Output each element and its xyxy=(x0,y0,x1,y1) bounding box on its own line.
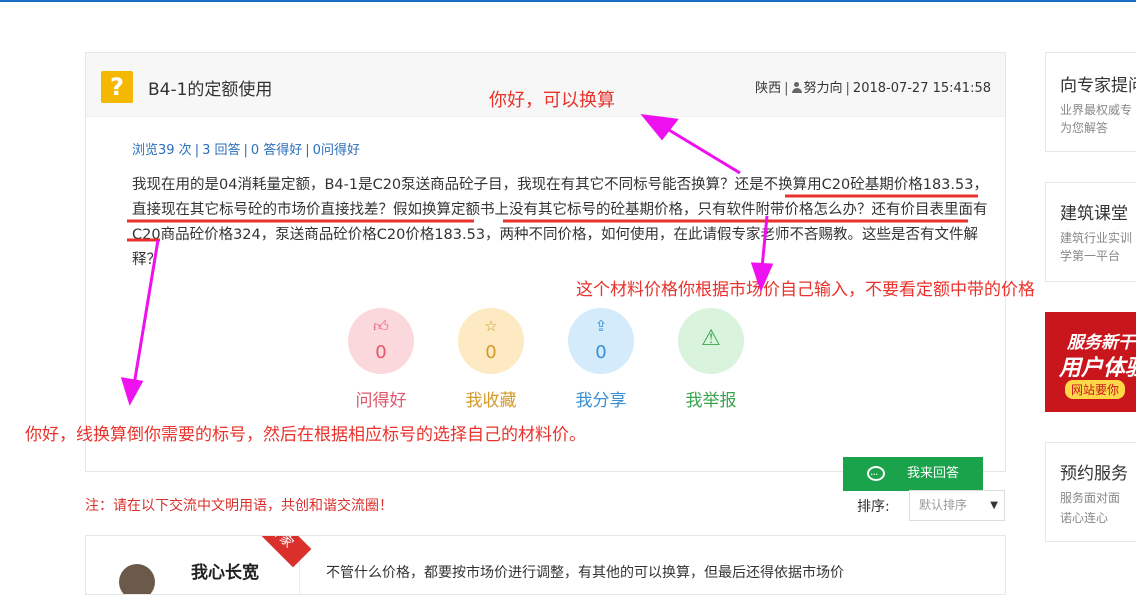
sort-select[interactable]: 默认排序 ▼ xyxy=(909,490,1005,521)
sidebar-building-class[interactable]: 建筑课堂 建筑行业实训 学第一平台 xyxy=(1045,182,1136,282)
chat-bubble-icon xyxy=(867,458,885,492)
sidebar-subtitle: 服务面对面 xyxy=(1060,491,1121,505)
favorite-button[interactable]: ☆ 0 我收藏 xyxy=(456,308,526,411)
action-label: 我分享 xyxy=(575,391,627,411)
answer-button-label: 我来回答 xyxy=(907,466,960,481)
chevron-down-icon: ▼ xyxy=(990,500,998,511)
sidebar-ask-expert[interactable]: 向专家提问 业界最权威专 为您解答 xyxy=(1045,52,1136,152)
question-mark-icon: ? xyxy=(101,71,133,103)
question-card: ? B4-1的定额使用 陕西 | 努力向 | 2018-07-27 15:41:58 浏… xyxy=(85,52,1006,492)
sidebar-subtitle: 为您解答 xyxy=(1060,121,1109,135)
sidebar-subtitle: 建筑行业实训 xyxy=(1060,231,1133,245)
civility-note: 注：请在以下交流中文明用语，共创和谐交流圈！ xyxy=(85,498,393,514)
question-actions: 👍︎ 0 问得好 ☆ 0 我收藏 ⇪ 0 我分享 ⚠ 我举报 xyxy=(346,308,766,418)
action-count: 0 xyxy=(595,342,607,363)
sidebar-title: 预约服务 xyxy=(1060,464,1128,484)
question-body: 我现在用的是04消耗量定额，B4-1是C20泵送商品砼子目，我现在有其它不同标号… xyxy=(132,177,988,268)
annotation-market-price: 这个材料价格你根据市场价自己输入，不要看定额中带的价格 xyxy=(576,280,1035,300)
sort-label: 排序: xyxy=(857,499,890,515)
answerer-name[interactable]: 我心长宽 xyxy=(191,558,259,583)
sidebar-title: 向专家提问 xyxy=(1060,76,1136,96)
sort-selected-value: 默认排序 xyxy=(919,498,968,512)
question-meta: 陕西 | 努力向 | 2018-07-27 15:41:58 xyxy=(755,81,991,96)
sidebar-appointment[interactable]: 预约服务 服务面对面 诺心连心 xyxy=(1045,442,1136,542)
good-answers-count: 0 答得好 xyxy=(250,143,303,158)
answer-card: 我心长宽 专家 不管什么价格，都要按市场价进行调整，有其他的可以换算，但最后还得… xyxy=(85,535,1006,595)
good-question-button[interactable]: 👍︎ 0 问得好 xyxy=(346,308,416,411)
sidebar-title: 建筑课堂 xyxy=(1060,204,1128,224)
sidebar-subtitle: 学第一平台 xyxy=(1060,249,1121,263)
report-button[interactable]: ⚠ 我举报 xyxy=(676,308,746,411)
question-region[interactable]: 陕西 xyxy=(755,81,781,96)
question-stats: 浏览39 次 | 3 回答 | 0 答得好 | 0问得好 xyxy=(132,143,360,158)
expert-badge: 专家 xyxy=(250,536,312,568)
action-circle: ⇪ 0 xyxy=(568,308,634,374)
question-datetime: 2018-07-27 15:41:58 xyxy=(852,81,991,96)
answerer-box: 我心长宽 专家 xyxy=(91,536,312,594)
action-count: 0 xyxy=(485,342,497,363)
question-author[interactable]: 努力向 xyxy=(804,81,843,96)
action-label: 我收藏 xyxy=(465,391,517,411)
top-accent-bar xyxy=(0,0,1136,2)
thumbs-up-icon: 👍︎ xyxy=(373,317,389,335)
share-button[interactable]: ⇪ 0 我分享 xyxy=(566,308,636,411)
promo-line2: 用户体验 xyxy=(1059,356,1136,381)
user-icon xyxy=(791,82,802,93)
service-promo-banner[interactable]: 服务新干 用户体验 网站要你 xyxy=(1045,312,1136,412)
star-icon: ☆ xyxy=(484,317,498,335)
action-count: 0 xyxy=(375,342,387,363)
answer-text: 不管什么价格，都要按市场价进行调整，有其他的可以换算，但最后还得依据市场价 xyxy=(326,565,844,581)
action-label: 问得好 xyxy=(355,391,407,411)
action-circle: 👍︎ 0 xyxy=(348,308,414,374)
annotation-convert-grade: 你好，线换算倒你需要的标号，然后在根据相应标号的选择自己的材料价。 xyxy=(25,425,586,445)
sidebar-subtitle: 诺心连心 xyxy=(1060,511,1109,525)
promo-line3: 网站要你 xyxy=(1065,380,1126,399)
answers-count: 3 回答 xyxy=(202,143,241,158)
warning-icon: ⚠ xyxy=(701,326,721,351)
good-question-count: 0问得好 xyxy=(312,143,360,158)
avatar[interactable] xyxy=(119,564,155,594)
action-label: 我举报 xyxy=(685,391,737,411)
sidebar-subtitle: 业界最权威专 xyxy=(1060,103,1133,117)
answer-button[interactable]: 我来回答 xyxy=(843,457,983,492)
views-count: 浏览39 次 xyxy=(132,143,192,158)
action-circle: ⚠ xyxy=(678,308,744,374)
annotation-can-convert: 你好，可以换算 xyxy=(489,90,615,111)
action-circle: ☆ 0 xyxy=(458,308,524,374)
question-title: B4-1的定额使用 xyxy=(148,80,273,100)
share-icon: ⇪ xyxy=(594,317,608,335)
